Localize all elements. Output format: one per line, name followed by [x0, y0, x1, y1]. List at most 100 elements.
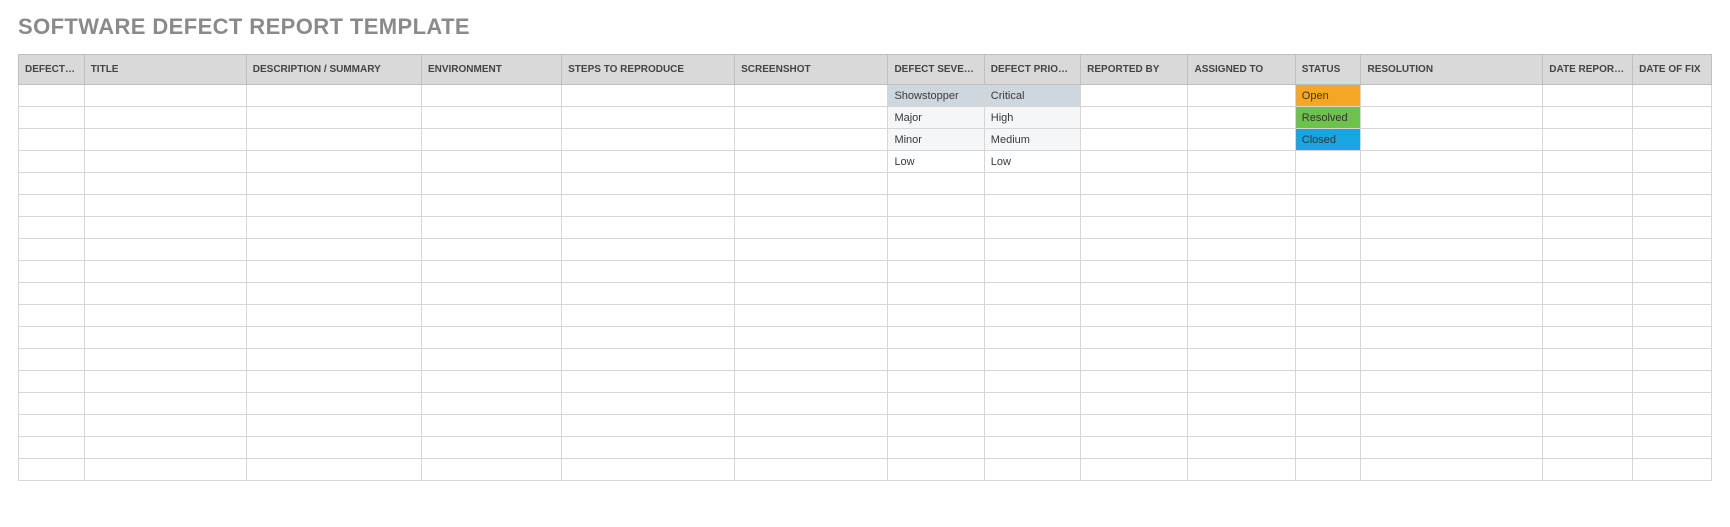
cell[interactable]	[1295, 415, 1361, 437]
cell[interactable]	[1188, 349, 1295, 371]
cell[interactable]	[1361, 415, 1543, 437]
cell[interactable]	[19, 129, 85, 151]
cell[interactable]	[1633, 173, 1712, 195]
cell[interactable]	[1081, 85, 1188, 107]
cell[interactable]	[888, 261, 984, 283]
cell[interactable]	[1361, 459, 1543, 481]
cell[interactable]	[19, 283, 85, 305]
cell[interactable]	[888, 371, 984, 393]
cell[interactable]	[984, 239, 1080, 261]
cell[interactable]	[735, 261, 888, 283]
cell[interactable]	[421, 437, 561, 459]
cell[interactable]	[1081, 327, 1188, 349]
cell[interactable]	[562, 415, 735, 437]
cell[interactable]	[1295, 305, 1361, 327]
cell[interactable]	[1543, 283, 1633, 305]
cell[interactable]	[735, 415, 888, 437]
cell[interactable]	[1361, 239, 1543, 261]
cell[interactable]	[562, 173, 735, 195]
cell[interactable]	[735, 393, 888, 415]
cell[interactable]	[888, 415, 984, 437]
cell[interactable]	[421, 393, 561, 415]
cell[interactable]	[735, 459, 888, 481]
cell[interactable]	[421, 151, 561, 173]
cell[interactable]	[1081, 217, 1188, 239]
cell[interactable]	[246, 393, 421, 415]
cell[interactable]	[888, 239, 984, 261]
cell[interactable]	[421, 305, 561, 327]
cell[interactable]	[1295, 349, 1361, 371]
cell[interactable]	[246, 107, 421, 129]
cell[interactable]	[19, 371, 85, 393]
cell[interactable]	[1633, 393, 1712, 415]
cell[interactable]	[1543, 151, 1633, 173]
cell[interactable]	[1361, 305, 1543, 327]
cell[interactable]	[1188, 283, 1295, 305]
cell[interactable]	[1081, 415, 1188, 437]
cell[interactable]	[1361, 261, 1543, 283]
cell[interactable]	[421, 261, 561, 283]
cell[interactable]	[421, 371, 561, 393]
cell[interactable]	[562, 371, 735, 393]
cell[interactable]	[84, 327, 246, 349]
cell[interactable]	[1188, 459, 1295, 481]
cell[interactable]	[1295, 437, 1361, 459]
cell[interactable]	[735, 239, 888, 261]
cell[interactable]	[421, 283, 561, 305]
cell[interactable]	[1295, 459, 1361, 481]
cell[interactable]	[84, 371, 246, 393]
cell[interactable]	[562, 85, 735, 107]
cell[interactable]	[1081, 305, 1188, 327]
cell[interactable]	[421, 217, 561, 239]
cell[interactable]	[1361, 151, 1543, 173]
cell[interactable]	[1543, 393, 1633, 415]
cell[interactable]	[19, 459, 85, 481]
cell[interactable]	[1361, 85, 1543, 107]
cell[interactable]	[19, 195, 85, 217]
cell[interactable]	[1188, 85, 1295, 107]
cell[interactable]	[1361, 371, 1543, 393]
cell[interactable]	[735, 371, 888, 393]
cell[interactable]	[1295, 195, 1361, 217]
cell[interactable]	[19, 239, 85, 261]
cell[interactable]	[1543, 415, 1633, 437]
cell[interactable]	[1081, 437, 1188, 459]
cell[interactable]	[984, 261, 1080, 283]
cell[interactable]	[888, 283, 984, 305]
cell[interactable]	[1543, 195, 1633, 217]
cell[interactable]	[888, 349, 984, 371]
cell[interactable]	[1543, 85, 1633, 107]
cell[interactable]	[1188, 217, 1295, 239]
cell[interactable]	[19, 85, 85, 107]
cell[interactable]: Medium	[984, 129, 1080, 151]
cell[interactable]	[1295, 151, 1361, 173]
cell[interactable]	[1633, 327, 1712, 349]
cell[interactable]	[984, 415, 1080, 437]
cell[interactable]	[19, 437, 85, 459]
cell[interactable]	[562, 261, 735, 283]
cell[interactable]	[1081, 261, 1188, 283]
cell[interactable]	[84, 393, 246, 415]
cell[interactable]	[984, 283, 1080, 305]
cell[interactable]	[84, 349, 246, 371]
cell[interactable]	[1188, 195, 1295, 217]
cell[interactable]	[1188, 151, 1295, 173]
cell[interactable]	[735, 305, 888, 327]
cell[interactable]	[1081, 283, 1188, 305]
cell[interactable]	[19, 173, 85, 195]
cell[interactable]	[1633, 305, 1712, 327]
cell[interactable]	[1081, 393, 1188, 415]
cell[interactable]	[19, 393, 85, 415]
cell[interactable]	[421, 195, 561, 217]
cell[interactable]	[562, 107, 735, 129]
cell[interactable]	[1543, 327, 1633, 349]
cell[interactable]	[1543, 107, 1633, 129]
cell[interactable]	[888, 217, 984, 239]
cell[interactable]: Low	[888, 151, 984, 173]
cell[interactable]	[421, 107, 561, 129]
cell[interactable]	[246, 327, 421, 349]
cell[interactable]	[246, 195, 421, 217]
cell[interactable]	[246, 437, 421, 459]
cell[interactable]: Low	[984, 151, 1080, 173]
cell[interactable]	[1188, 371, 1295, 393]
